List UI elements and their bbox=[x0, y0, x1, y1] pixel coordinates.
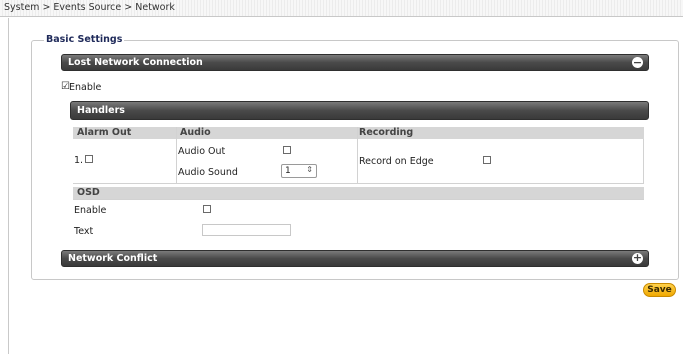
lost-network-connection-header[interactable]: Lost Network Connection − bbox=[61, 54, 649, 71]
audio-out-checkbox[interactable] bbox=[283, 146, 291, 154]
audio-out-label: Audio Out bbox=[178, 146, 226, 157]
basic-settings-legend: Basic Settings bbox=[44, 34, 125, 45]
audio-header: Audio bbox=[180, 127, 211, 138]
stepper-arrows-icon[interactable]: ⇕ bbox=[306, 165, 313, 174]
osd-title: OSD bbox=[77, 187, 100, 198]
handlers-header: Handlers bbox=[70, 101, 649, 120]
collapse-icon[interactable]: − bbox=[632, 57, 643, 68]
record-on-edge-label: Record on Edge bbox=[359, 156, 434, 167]
expand-icon[interactable]: + bbox=[632, 252, 643, 264]
breadcrumb: System > Events Source > Network bbox=[4, 2, 175, 13]
col-divider bbox=[643, 139, 644, 183]
network-conflict-title: Network Conflict bbox=[68, 253, 158, 264]
alarm-out-header: Alarm Out bbox=[77, 127, 132, 138]
osd-enable-label: Enable bbox=[74, 205, 107, 216]
alarm-out-checkbox[interactable] bbox=[85, 155, 93, 163]
audio-sound-value: 1 bbox=[285, 166, 291, 176]
record-on-edge-checkbox[interactable] bbox=[483, 156, 491, 164]
osd-enable-checkbox[interactable] bbox=[203, 205, 211, 213]
col-divider bbox=[176, 127, 177, 183]
row-divider bbox=[73, 183, 644, 184]
osd-text-input[interactable] bbox=[202, 224, 291, 236]
col-divider bbox=[357, 127, 358, 183]
network-conflict-header[interactable]: Network Conflict + bbox=[61, 250, 649, 267]
row-divider bbox=[73, 199, 644, 200]
save-button[interactable]: Save bbox=[643, 283, 676, 297]
osd-text-label: Text bbox=[74, 226, 94, 237]
breadcrumb-bar: System > Events Source > Network bbox=[0, 0, 683, 17]
handlers-table-header: Alarm Out Audio Recording bbox=[73, 127, 644, 139]
osd-header: OSD bbox=[73, 187, 644, 199]
handlers-title: Handlers bbox=[77, 105, 125, 116]
audio-sound-label: Audio Sound bbox=[178, 167, 238, 178]
enable-label: Enable bbox=[69, 82, 102, 93]
left-divider bbox=[8, 18, 9, 354]
audio-sound-select[interactable]: 1 ⇕ bbox=[281, 164, 317, 178]
lost-network-connection-title: Lost Network Connection bbox=[68, 57, 203, 68]
alarm-out-index: 1. bbox=[74, 155, 84, 166]
recording-header: Recording bbox=[359, 127, 414, 138]
basic-settings-fieldset bbox=[31, 40, 679, 280]
